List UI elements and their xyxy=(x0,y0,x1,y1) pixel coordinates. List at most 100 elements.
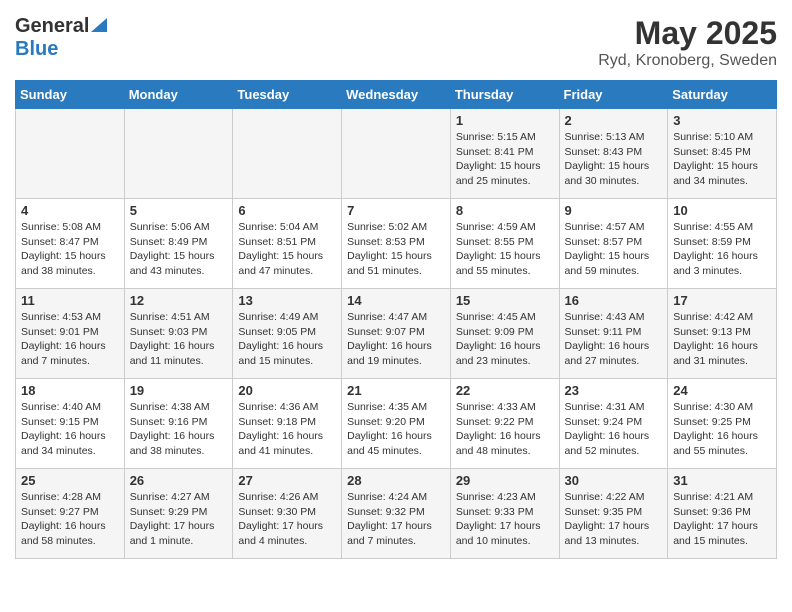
day-number: 27 xyxy=(238,473,336,488)
calendar-day-cell: 29 Sunrise: 4:23 AMSunset: 9:33 PMDayligh… xyxy=(450,469,559,559)
day-number: 17 xyxy=(673,293,771,308)
calendar-week-row: 18 Sunrise: 4:40 AMSunset: 9:15 PMDayligh… xyxy=(16,379,777,469)
day-info: Sunrise: 4:30 AMSunset: 9:25 PMDaylight:… xyxy=(673,400,771,459)
calendar-day-cell: 3 Sunrise: 5:10 AMSunset: 8:45 PMDaylight… xyxy=(668,109,777,199)
calendar-day-cell: 6Sunrise: 5:04 AMSunset: 8:51 PMDaylight… xyxy=(233,199,342,289)
page-title: May 2025 xyxy=(598,15,777,52)
weekday-header-wednesday: Wednesday xyxy=(342,81,451,109)
day-number: 18 xyxy=(21,383,119,398)
day-number: 9 xyxy=(565,203,663,218)
day-info: Sunrise: 4:43 AMSunset: 9:11 PMDaylight:… xyxy=(565,310,663,369)
day-info: Sunrise: 4:27 AMSunset: 9:29 PMDaylight:… xyxy=(130,490,228,549)
day-info: Sunrise: 5:02 AMSunset: 8:53 PMDaylight:… xyxy=(347,220,445,279)
day-number: 31 xyxy=(673,473,771,488)
calendar-day-cell: 27 Sunrise: 4:26 AMSunset: 9:30 PMDayligh… xyxy=(233,469,342,559)
logo-triangle-icon xyxy=(91,18,107,37)
calendar-week-row: 25 Sunrise: 4:28 AMSunset: 9:27 PMDayligh… xyxy=(16,469,777,559)
calendar-week-row: 1Sunrise: 5:15 AMSunset: 8:41 PMDaylight… xyxy=(16,109,777,199)
day-number: 2 xyxy=(565,113,663,128)
day-info: Sunrise: 5:15 AMSunset: 8:41 PMDaylight:… xyxy=(456,130,554,189)
day-number: 29 xyxy=(456,473,554,488)
calendar-day-cell: 24 Sunrise: 4:30 AMSunset: 9:25 PMDayligh… xyxy=(668,379,777,469)
calendar-day-cell: 25 Sunrise: 4:28 AMSunset: 9:27 PMDayligh… xyxy=(16,469,125,559)
title-block: May 2025 Ryd, Kronoberg, Sweden xyxy=(598,15,777,70)
weekday-header-thursday: Thursday xyxy=(450,81,559,109)
day-info: Sunrise: 4:47 AMSunset: 9:07 PMDaylight:… xyxy=(347,310,445,369)
day-info: Sunrise: 4:21 AMSunset: 9:36 PMDaylight:… xyxy=(673,490,771,549)
day-info: Sunrise: 4:55 AMSunset: 8:59 PMDaylight:… xyxy=(673,220,771,279)
calendar-day-cell xyxy=(124,109,233,199)
page-header: General Blue May 2025 Ryd, Kronoberg, Sw… xyxy=(15,15,777,70)
calendar-day-cell: 18 Sunrise: 4:40 AMSunset: 9:15 PMDayligh… xyxy=(16,379,125,469)
calendar-day-cell xyxy=(233,109,342,199)
day-number: 7 xyxy=(347,203,445,218)
calendar-day-cell: 2 Sunrise: 5:13 AMSunset: 8:43 PMDaylight… xyxy=(559,109,668,199)
day-number: 21 xyxy=(347,383,445,398)
calendar-day-cell xyxy=(16,109,125,199)
calendar-day-cell: 1Sunrise: 5:15 AMSunset: 8:41 PMDaylight… xyxy=(450,109,559,199)
day-number: 25 xyxy=(21,473,119,488)
calendar-day-cell: 20Sunrise: 4:36 AMSunset: 9:18 PMDayligh… xyxy=(233,379,342,469)
day-number: 22 xyxy=(456,383,554,398)
day-number: 10 xyxy=(673,203,771,218)
weekday-header-friday: Friday xyxy=(559,81,668,109)
day-number: 16 xyxy=(565,293,663,308)
calendar-day-cell: 9 Sunrise: 4:57 AMSunset: 8:57 PMDaylight… xyxy=(559,199,668,289)
calendar-day-cell: 30 Sunrise: 4:22 AMSunset: 9:35 PMDayligh… xyxy=(559,469,668,559)
day-info: Sunrise: 4:23 AMSunset: 9:33 PMDaylight:… xyxy=(456,490,554,549)
calendar-day-cell: 14 Sunrise: 4:47 AMSunset: 9:07 PMDayligh… xyxy=(342,289,451,379)
day-number: 14 xyxy=(347,293,445,308)
day-info: Sunrise: 4:40 AMSunset: 9:15 PMDaylight:… xyxy=(21,400,119,459)
day-info: Sunrise: 5:13 AMSunset: 8:43 PMDaylight:… xyxy=(565,130,663,189)
day-number: 28 xyxy=(347,473,445,488)
logo-blue-text: Blue xyxy=(15,38,58,60)
calendar-day-cell: 5Sunrise: 5:06 AMSunset: 8:49 PMDaylight… xyxy=(124,199,233,289)
day-info: Sunrise: 4:53 AMSunset: 9:01 PMDaylight:… xyxy=(21,310,119,369)
calendar-day-cell: 13 Sunrise: 4:49 AMSunset: 9:05 PMDayligh… xyxy=(233,289,342,379)
calendar-day-cell: 23 Sunrise: 4:31 AMSunset: 9:24 PMDayligh… xyxy=(559,379,668,469)
calendar-day-cell: 21Sunrise: 4:35 AMSunset: 9:20 PMDayligh… xyxy=(342,379,451,469)
day-info: Sunrise: 4:51 AMSunset: 9:03 PMDaylight:… xyxy=(130,310,228,369)
calendar-day-cell: 4Sunrise: 5:08 AMSunset: 8:47 PMDaylight… xyxy=(16,199,125,289)
day-number: 13 xyxy=(238,293,336,308)
day-info: Sunrise: 4:31 AMSunset: 9:24 PMDaylight:… xyxy=(565,400,663,459)
day-number: 23 xyxy=(565,383,663,398)
calendar-week-row: 11Sunrise: 4:53 AMSunset: 9:01 PMDayligh… xyxy=(16,289,777,379)
day-number: 15 xyxy=(456,293,554,308)
day-info: Sunrise: 5:04 AMSunset: 8:51 PMDaylight:… xyxy=(238,220,336,279)
calendar-header: SundayMondayTuesdayWednesdayThursdayFrid… xyxy=(16,81,777,109)
day-info: Sunrise: 4:59 AMSunset: 8:55 PMDaylight:… xyxy=(456,220,554,279)
day-info: Sunrise: 4:24 AMSunset: 9:32 PMDaylight:… xyxy=(347,490,445,549)
day-number: 19 xyxy=(130,383,228,398)
day-info: Sunrise: 4:45 AMSunset: 9:09 PMDaylight:… xyxy=(456,310,554,369)
day-number: 8 xyxy=(456,203,554,218)
day-info: Sunrise: 4:38 AMSunset: 9:16 PMDaylight:… xyxy=(130,400,228,459)
day-info: Sunrise: 5:10 AMSunset: 8:45 PMDaylight:… xyxy=(673,130,771,189)
day-info: Sunrise: 4:49 AMSunset: 9:05 PMDaylight:… xyxy=(238,310,336,369)
day-info: Sunrise: 4:26 AMSunset: 9:30 PMDaylight:… xyxy=(238,490,336,549)
calendar-day-cell: 16 Sunrise: 4:43 AMSunset: 9:11 PMDayligh… xyxy=(559,289,668,379)
day-number: 24 xyxy=(673,383,771,398)
day-number: 30 xyxy=(565,473,663,488)
page-subtitle: Ryd, Kronoberg, Sweden xyxy=(598,52,777,70)
calendar-day-cell: 11Sunrise: 4:53 AMSunset: 9:01 PMDayligh… xyxy=(16,289,125,379)
day-info: Sunrise: 4:22 AMSunset: 9:35 PMDaylight:… xyxy=(565,490,663,549)
calendar-day-cell: 17Sunrise: 4:42 AMSunset: 9:13 PMDayligh… xyxy=(668,289,777,379)
day-number: 12 xyxy=(130,293,228,308)
day-info: Sunrise: 4:57 AMSunset: 8:57 PMDaylight:… xyxy=(565,220,663,279)
weekday-header-saturday: Saturday xyxy=(668,81,777,109)
day-info: Sunrise: 4:28 AMSunset: 9:27 PMDaylight:… xyxy=(21,490,119,549)
logo-general-text: General xyxy=(15,15,89,38)
calendar-day-cell: 15 Sunrise: 4:45 AMSunset: 9:09 PMDayligh… xyxy=(450,289,559,379)
day-number: 5 xyxy=(130,203,228,218)
calendar-day-cell: 12 Sunrise: 4:51 AMSunset: 9:03 PMDayligh… xyxy=(124,289,233,379)
calendar-day-cell xyxy=(342,109,451,199)
day-info: Sunrise: 4:33 AMSunset: 9:22 PMDaylight:… xyxy=(456,400,554,459)
calendar-day-cell: 19 Sunrise: 4:38 AMSunset: 9:16 PMDayligh… xyxy=(124,379,233,469)
day-number: 3 xyxy=(673,113,771,128)
calendar-day-cell: 26Sunrise: 4:27 AMSunset: 9:29 PMDayligh… xyxy=(124,469,233,559)
weekday-header-row: SundayMondayTuesdayWednesdayThursdayFrid… xyxy=(16,81,777,109)
weekday-header-monday: Monday xyxy=(124,81,233,109)
day-info: Sunrise: 5:08 AMSunset: 8:47 PMDaylight:… xyxy=(21,220,119,279)
calendar-day-cell: 22 Sunrise: 4:33 AMSunset: 9:22 PMDayligh… xyxy=(450,379,559,469)
